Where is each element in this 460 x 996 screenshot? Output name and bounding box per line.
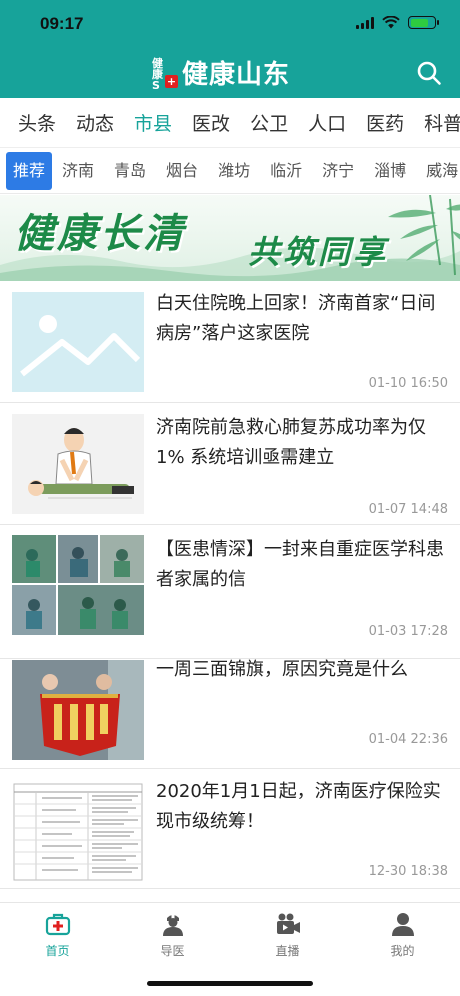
- news-title: 【医患情深】一封来自重症医学科患者家属的信: [156, 539, 444, 590]
- news-list: 白天住院晚上回家！济南首家“日间病房”落户这家医院 01-10 16:50 济南…: [0, 281, 460, 889]
- hospital-photo-collage: [12, 535, 144, 635]
- tab-kepu[interactable]: 科普: [414, 109, 460, 136]
- tabbar-live[interactable]: 直播: [230, 911, 345, 959]
- tab-yiyao[interactable]: 医药: [356, 109, 414, 136]
- signal-icon: [356, 16, 374, 29]
- news-item[interactable]: 【医患情深】一封来自重症医学科患者家属的信 01-03 17:28: [0, 525, 460, 659]
- city-tab-yantai[interactable]: 烟台: [156, 152, 208, 190]
- banner-headline: 健康长清: [14, 211, 186, 257]
- tabbar-label: 我的: [390, 944, 415, 958]
- news-title: 2020年1月1日起，济南医疗保险实现市级统筹！: [156, 781, 441, 832]
- news-thumbnail: [12, 660, 144, 760]
- tab-shixian[interactable]: 市县: [124, 109, 182, 136]
- promo-banner[interactable]: 健康长清 共筑同享: [0, 195, 460, 281]
- tab-renkou[interactable]: 人口: [298, 109, 356, 136]
- battery-icon: [408, 16, 439, 29]
- news-time: 01-04 22:36: [368, 732, 448, 747]
- status-time: 09:17: [40, 14, 84, 33]
- tab-yigai[interactable]: 医改: [182, 109, 240, 136]
- home-indicator[interactable]: [147, 981, 313, 986]
- medical-kit-icon: [45, 913, 70, 936]
- status-icons: [356, 16, 439, 29]
- city-tab-weifang[interactable]: 潍坊: [208, 152, 260, 190]
- city-tab-linyi[interactable]: 临沂: [260, 152, 312, 190]
- image-placeholder-icon: [20, 315, 141, 377]
- news-thumbnail: [12, 414, 144, 514]
- city-tab-weihai[interactable]: 威海: [416, 152, 460, 190]
- video-camera-icon: [276, 913, 300, 934]
- news-title: 白天住院晚上回家！济南首家“日间病房”落户这家医院: [156, 293, 436, 344]
- news-thumbnail: [12, 535, 144, 635]
- tabbar-label: 首页: [45, 944, 70, 958]
- tab-gongwei[interactable]: 公卫: [240, 109, 298, 136]
- tabbar-label: 直播: [275, 944, 300, 958]
- news-thumbnail: [12, 292, 144, 392]
- news-thumbnail: [12, 782, 144, 882]
- category-tabs: 头条 动态 市县 医改 公卫 人口 医药 科普: [0, 98, 460, 148]
- app-title: 健康山东: [182, 60, 291, 90]
- news-item[interactable]: 2020年1月1日起，济南医疗保险实现市级统筹！ 12-30 18:38: [0, 769, 460, 889]
- news-time: 01-03 17:28: [368, 624, 448, 639]
- tabbar-guide[interactable]: 导医: [115, 911, 230, 959]
- tabbar-label: 导医: [160, 944, 185, 958]
- logo-badge: 健康S +: [152, 56, 178, 92]
- news-item[interactable]: 济南院前急救心肺复苏成功率为仅1% 系统培训亟需建立 01-07 14:48: [0, 403, 460, 525]
- news-item[interactable]: 一周三面锦旗，原因究竟是什么 01-04 22:36: [0, 659, 460, 769]
- tab-dongtai[interactable]: 动态: [66, 109, 124, 136]
- city-tab-jining[interactable]: 济宁: [312, 152, 364, 190]
- cpr-illustration: [28, 428, 134, 499]
- city-tabs: 推荐 济南 青岛 烟台 潍坊 临沂 济宁 淄博 威海: [0, 148, 460, 194]
- tabbar-home[interactable]: 首页: [0, 911, 115, 959]
- news-time: 12-30 18:38: [368, 864, 448, 879]
- news-title: 一周三面锦旗，原因究竟是什么: [156, 659, 408, 680]
- doctor-icon: [162, 915, 183, 936]
- logo-badge-text: 健康S: [152, 56, 163, 92]
- tab-toutiao[interactable]: 头条: [0, 109, 66, 136]
- user-icon: [391, 913, 414, 936]
- search-icon[interactable]: [416, 60, 442, 86]
- news-time: 01-10 16:50: [368, 376, 448, 391]
- news-item[interactable]: 白天住院晚上回家！济南首家“日间病房”落户这家医院 01-10 16:50: [0, 281, 460, 403]
- tabbar-mine[interactable]: 我的: [345, 911, 460, 959]
- app-logo: 健康S + 健康山东: [152, 54, 290, 91]
- news-time: 01-07 14:48: [368, 502, 448, 517]
- document-table-image: [13, 783, 143, 881]
- news-title: 济南院前急救心肺复苏成功率为仅1% 系统培训亟需建立: [156, 417, 426, 468]
- wifi-icon: [382, 16, 400, 29]
- city-tab-recommended[interactable]: 推荐: [6, 151, 53, 190]
- city-tab-jinan[interactable]: 济南: [52, 152, 104, 190]
- pennant-photo: [12, 660, 144, 760]
- banner-subheadline: 共筑同享: [248, 233, 389, 271]
- city-tab-qingdao[interactable]: 青岛: [104, 152, 156, 190]
- app-header: 09:17 健康S + 健康山东: [0, 0, 460, 98]
- logo-cross-icon: +: [165, 74, 178, 88]
- city-tab-zibo[interactable]: 淄博: [364, 152, 416, 190]
